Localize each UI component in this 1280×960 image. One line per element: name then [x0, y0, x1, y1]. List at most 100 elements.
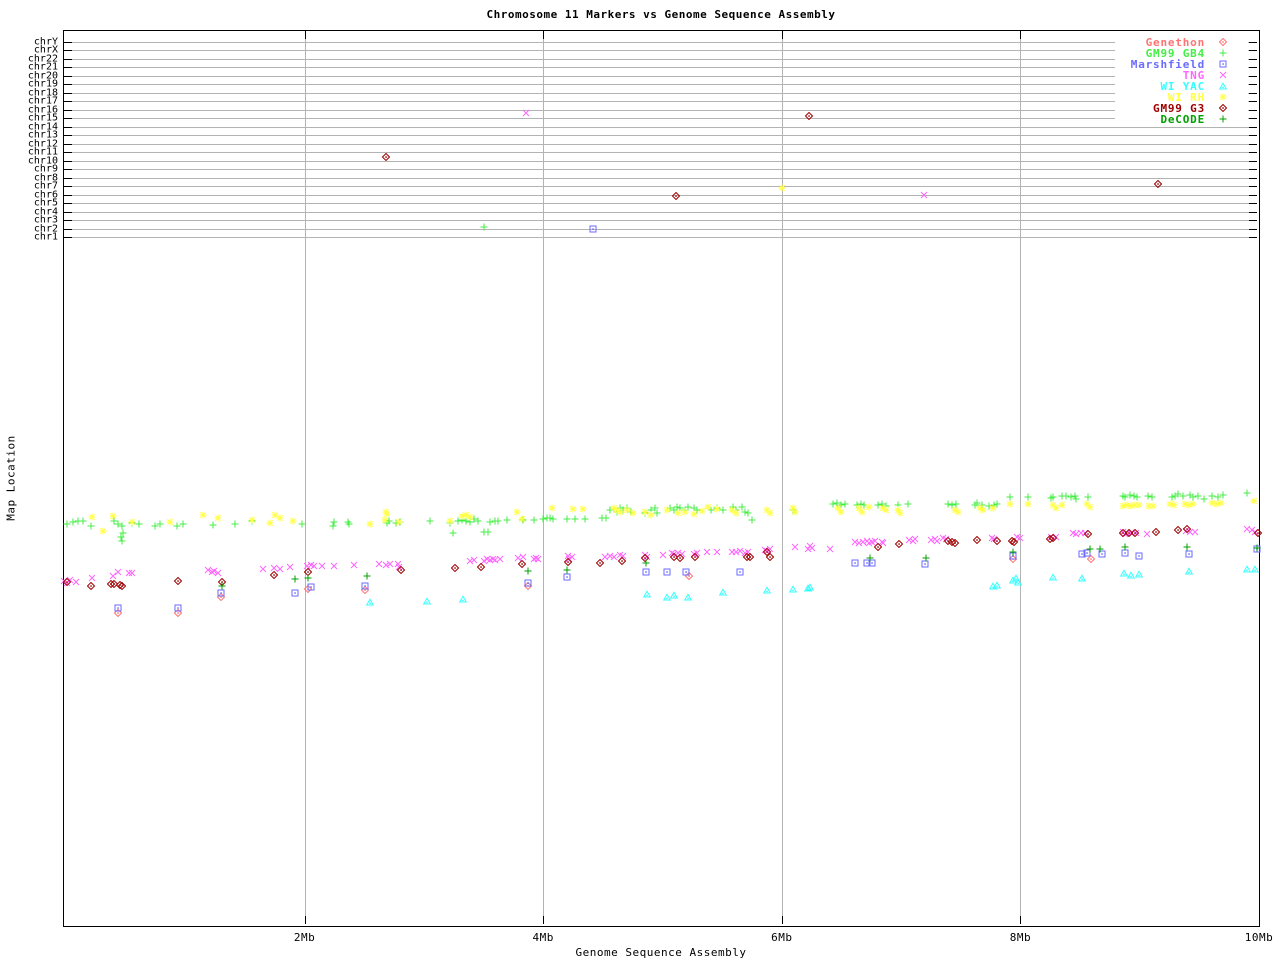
y-axis-tick: [64, 194, 72, 196]
y-axis-tick-right: [1249, 160, 1257, 162]
data-point-marker-gm99-gb4: [904, 500, 912, 508]
data-point-marker-wi-rh: [88, 513, 96, 521]
y-axis-tick: [64, 186, 72, 187]
data-point-marker-gm99-gb4: [118, 537, 126, 545]
data-point-marker-decode: [642, 559, 650, 567]
data-point-marker-wi-yac: [670, 591, 679, 599]
y-axis-tick: [64, 228, 72, 230]
data-point-marker-gm99-gb4: [231, 520, 239, 528]
plot-area-border: [63, 30, 1260, 927]
data-point-marker-gm99-g3: [1152, 528, 1161, 536]
data-point-marker-wi-rh: [289, 517, 297, 525]
diamond-dot-icon: [1219, 104, 1227, 112]
data-point-marker-tng: [72, 578, 80, 586]
data-point-marker-gm99-g3: [118, 582, 127, 590]
y-axis-tick-right: [1249, 177, 1257, 179]
y-axis-tick-right: [1249, 92, 1257, 94]
data-point-marker-gm99-gb4: [1148, 493, 1156, 501]
gridline-vertical: [1020, 31, 1022, 924]
data-point-marker-marshfield: [663, 568, 671, 576]
data-point-marker-gm99-gb4: [209, 521, 217, 529]
data-point-marker-wi-yac: [1134, 570, 1143, 578]
data-point-marker-tng: [214, 569, 222, 577]
data-point-marker-wi-rh: [989, 504, 997, 512]
data-point-marker-wi-rh: [1170, 501, 1178, 509]
data-point-marker-gm99-gb4: [563, 515, 571, 523]
data-point-marker-gm99-gb4: [345, 520, 353, 528]
plus-icon: [1219, 49, 1227, 57]
data-point-marker-wi-rh: [1149, 502, 1157, 510]
data-point-marker-wi-rh: [704, 503, 712, 511]
legend-row: GM99 G3: [1000, 102, 1245, 115]
y-axis-tick-right: [1249, 152, 1257, 153]
data-point-marker-wi-rh: [791, 508, 799, 516]
data-point-marker-marshfield: [217, 589, 225, 597]
y-axis-tick-right: [1249, 228, 1257, 230]
legend-row: WI RH: [1000, 91, 1245, 104]
y-axis-tick-right: [1249, 143, 1257, 145]
gridline-horizontal: [64, 194, 1257, 196]
y-axis-tick: [64, 143, 72, 145]
data-point-marker-wi-rh: [766, 509, 774, 517]
x-axis-tick-top: [781, 31, 783, 39]
y-axis-tick-right: [1249, 126, 1257, 128]
data-point-marker-gm99-g3: [450, 564, 459, 572]
data-point-marker-gm99-gb4: [1219, 491, 1227, 499]
plus-icon: [1219, 115, 1227, 123]
data-point-marker-gm99-g3: [397, 566, 406, 574]
y-axis-tick-right: [1249, 118, 1257, 119]
data-point-marker-gm99-gb4: [298, 520, 306, 528]
data-point-marker-wi-rh: [395, 518, 403, 526]
gridline-horizontal: [64, 211, 1257, 213]
data-point-marker-wi-yac: [1014, 578, 1022, 586]
data-point-marker-wi-yac: [992, 581, 1001, 589]
y-axis-label: Map Location: [4, 435, 18, 521]
data-point-marker-wi-rh: [569, 505, 577, 513]
data-point-marker-gm99-g3: [1153, 180, 1162, 188]
x-tick-label: 6Mb: [771, 931, 793, 944]
data-point-marker-tng: [330, 562, 338, 570]
data-point-marker-wi-rh: [466, 513, 474, 521]
data-point-marker-tng: [1143, 530, 1151, 538]
data-point-marker-wi-yac: [1184, 567, 1193, 575]
x-axis-label: Genome Sequence Assembly: [575, 946, 747, 959]
data-point-marker-tng: [259, 565, 267, 573]
y-axis-tick-right: [1249, 109, 1257, 111]
y-axis-tick: [64, 50, 72, 51]
data-point-marker-marshfield: [563, 573, 571, 581]
data-point-marker-wi-rh: [882, 506, 890, 514]
data-point-marker-wi-rh: [732, 509, 740, 517]
data-point-marker-marshfield: [114, 604, 122, 612]
data-point-marker-tng: [808, 544, 816, 552]
y-axis-tick: [64, 220, 72, 221]
data-point-marker-marshfield: [736, 568, 744, 576]
y-axis-tick-right: [1249, 203, 1257, 204]
data-point-marker-gm99-g3: [765, 553, 774, 561]
data-point-marker-gm99-gb4: [549, 515, 557, 523]
y-axis-tick-right: [1249, 211, 1257, 213]
data-point-marker-tng: [713, 548, 721, 556]
data-point-marker-wi-yac: [459, 595, 468, 603]
legend-row: WI YAC: [1000, 80, 1245, 93]
data-point-marker-gm99-g3: [874, 543, 883, 551]
data-point-marker-tng: [128, 569, 136, 577]
y-axis-tick-right: [1249, 169, 1257, 170]
gridline-horizontal: [64, 237, 1257, 238]
y-axis-tick: [64, 67, 72, 68]
data-point-marker-tng: [496, 555, 504, 563]
data-point-marker-wi-rh: [1058, 501, 1066, 509]
data-point-marker-wi-yac: [763, 586, 772, 594]
data-point-marker-marshfield: [291, 589, 299, 597]
data-point-marker-wi-rh: [1135, 501, 1143, 509]
data-point-marker-wi-rh: [199, 511, 207, 519]
data-point-marker-wi-rh: [837, 508, 845, 516]
data-point-marker-gm99-gb4: [581, 515, 589, 523]
data-point-marker-gm99-gb4: [484, 528, 492, 536]
data-point-marker-wi-yac: [719, 588, 728, 596]
gridline-horizontal: [64, 203, 1257, 204]
y-axis-tick-right: [1249, 194, 1257, 196]
data-point-marker-decode: [363, 572, 371, 580]
data-point-marker-gm99-gb4: [1200, 495, 1208, 503]
data-point-marker-gm99-gb4: [841, 500, 849, 508]
legend-row: DeCODE: [1000, 113, 1245, 126]
